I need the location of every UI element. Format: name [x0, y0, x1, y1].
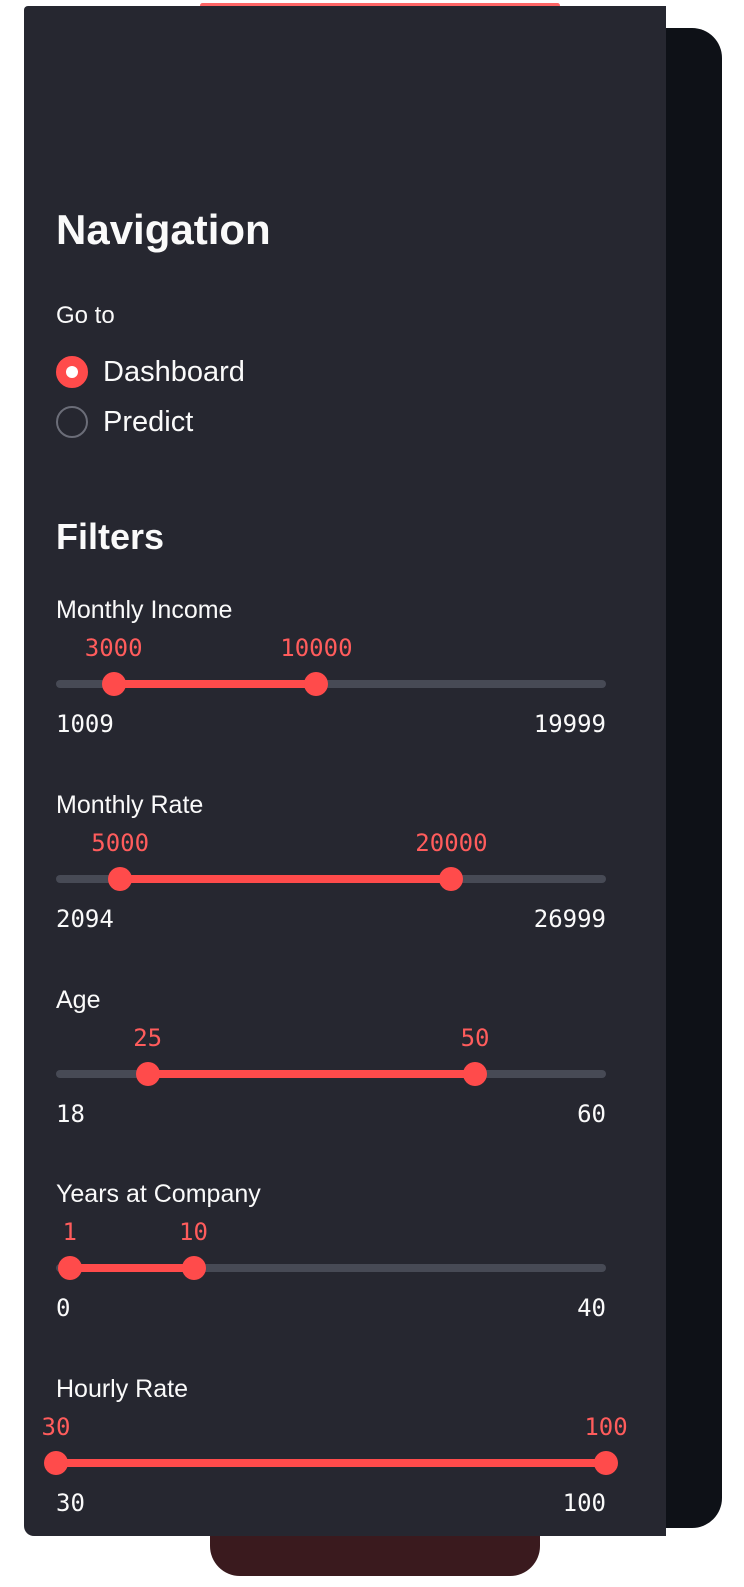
slider-value-high: 10000	[280, 634, 353, 662]
slider-label: Hourly Rate	[56, 1375, 188, 1403]
slider-hourly-rate: Hourly Rate 30 100 30 100	[42, 1375, 628, 1535]
slider-value-low: 5000	[91, 829, 150, 857]
filters-title: Filters	[56, 516, 165, 557]
slider-value-low: 3000	[84, 634, 143, 662]
slider-selected-range	[56, 1459, 606, 1467]
slider-max-label: 19999	[533, 710, 606, 738]
slider-min-label: 18	[56, 1100, 85, 1128]
slider-value-high: 10	[179, 1218, 208, 1246]
slider-thumb-low[interactable]	[101, 672, 126, 696]
slider-value-high: 20000	[415, 829, 488, 857]
slider-value-high: 50	[460, 1024, 490, 1052]
radio-unselected-icon	[56, 406, 88, 438]
slider-age: Age 25 50 18 60	[56, 986, 606, 1146]
slider-max-label: 100	[562, 1489, 606, 1517]
slider-min-label: 2094	[56, 905, 114, 933]
slider-max-label: 40	[577, 1294, 606, 1322]
radio-label-dashboard: Dashboard	[103, 355, 245, 388]
slider-selected-range	[69, 1264, 194, 1272]
slider-thumb-low[interactable]	[57, 1256, 82, 1280]
slider-selected-range	[147, 1070, 476, 1078]
slider-thumb-high[interactable]	[439, 867, 464, 891]
slider-value-high: 100	[584, 1413, 628, 1441]
slider-min-label: 1009	[56, 710, 114, 738]
radio-option-dashboard[interactable]: Dashboard	[56, 354, 245, 390]
goto-label: Go to	[56, 302, 115, 329]
radio-label-predict: Predict	[103, 405, 194, 438]
slider-selected-range	[113, 680, 317, 688]
slider-thumb-high[interactable]	[181, 1256, 206, 1280]
app-frame: Navigation Go to Dashboard Predict Filte…	[0, 0, 744, 1587]
slider-thumb-low[interactable]	[108, 867, 133, 891]
slider-value-low: 30	[41, 1413, 71, 1441]
slider-value-low: 1	[62, 1218, 77, 1246]
slider-thumb-low[interactable]	[44, 1451, 68, 1475]
radio-selected-icon	[56, 356, 88, 388]
bottom-edge	[210, 1536, 540, 1576]
slider-thumb-high[interactable]	[594, 1451, 618, 1475]
slider-min-label: 30	[56, 1489, 85, 1517]
navigation-title: Navigation	[56, 206, 271, 253]
slider-label: Age	[56, 986, 101, 1014]
slider-label: Monthly Rate	[56, 791, 204, 819]
slider-thumb-low[interactable]	[135, 1062, 160, 1086]
radio-dot	[66, 366, 78, 378]
radio-option-predict[interactable]: Predict	[56, 404, 193, 440]
slider-max-label: 26999	[533, 905, 606, 933]
slider-monthly-income: Monthly Income 3000 10000 1009 19999	[56, 596, 606, 756]
slider-years-at-company: Years at Company 1 10 0 40	[56, 1180, 606, 1340]
sidebar: Navigation Go to Dashboard Predict Filte…	[24, 6, 666, 1536]
slider-monthly-rate: Monthly Rate 5000 20000 2094 26999	[56, 791, 606, 951]
slider-min-label: 0	[56, 1294, 71, 1322]
slider-max-label: 60	[577, 1100, 606, 1128]
main-content-edge	[666, 28, 722, 1528]
slider-thumb-high[interactable]	[304, 672, 329, 696]
slider-thumb-high[interactable]	[463, 1062, 488, 1086]
slider-label: Years at Company	[56, 1180, 261, 1208]
slider-selected-range	[120, 875, 452, 883]
slider-value-low: 25	[133, 1024, 163, 1052]
slider-label: Monthly Income	[56, 596, 233, 624]
